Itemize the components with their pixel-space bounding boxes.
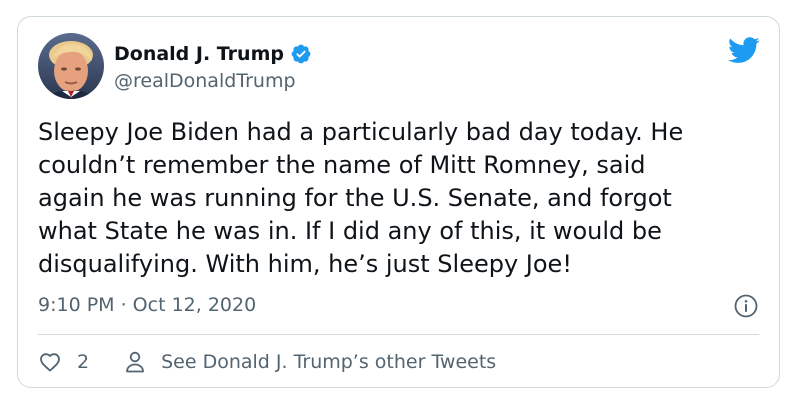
person-icon [125,351,145,373]
see-other-tweets-link[interactable]: See Donald J. Trump’s other Tweets [125,351,496,373]
author-display-name[interactable]: Donald J. Trump [114,42,284,66]
twitter-bird-icon[interactable] [728,37,760,64]
verified-badge-icon [290,43,312,65]
info-icon[interactable] [734,294,758,318]
divider [38,334,759,335]
action-bar: 2 See Donald J. Trump’s other Tweets [38,348,496,376]
heart-icon [38,350,62,374]
author-name-row[interactable]: Donald J. Trump [114,42,312,66]
see-other-tweets-label: See Donald J. Trump’s other Tweets [161,351,497,373]
avatar-image [38,33,104,99]
like-button[interactable]: 2 [38,350,89,374]
like-count: 2 [77,351,90,373]
tweet-timestamp[interactable]: 9:10 PM · Oct 12, 2020 [38,293,256,317]
avatar[interactable] [38,33,104,99]
author-handle[interactable]: @realDonaldTrump [114,69,296,93]
tweet-text: Sleepy Joe Biden had a particularly bad … [38,118,684,278]
tweet-embed-card: Donald J. Trump @realDonaldTrump Sleepy … [17,16,780,388]
